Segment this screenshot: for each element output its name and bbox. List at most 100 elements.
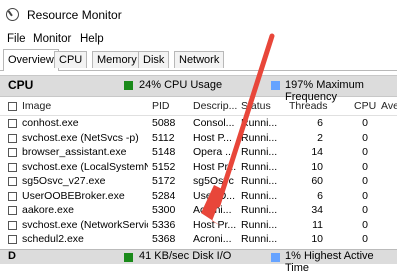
- column-average-cpu[interactable]: Ave: [381, 100, 397, 112]
- menu-monitor[interactable]: Monitor: [33, 33, 71, 45]
- disk-section-header[interactable]: D 41 KB/sec Disk I/O 1% Highest Active T…: [0, 249, 397, 274]
- cell-cpu: 0: [362, 131, 368, 144]
- table-row[interactable]: schedul2.exe 5368 Acroni... Runni... 10 0: [0, 232, 397, 246]
- cell-description: Acroni...: [193, 204, 232, 216]
- cell-image: svchost.exe (LocalSystemNet...: [22, 160, 148, 173]
- cell-description: Host P...: [193, 131, 232, 144]
- disk-active-text: 1% Highest Active Time: [285, 250, 374, 274]
- table-row[interactable]: conhost.exe 5088 Consol... Runni... 6 0: [0, 116, 397, 130]
- cell-description: User O...: [193, 189, 236, 202]
- menu-bar: File Monitor Help: [0, 30, 397, 48]
- column-image[interactable]: Image: [22, 100, 51, 112]
- cell-threads: 11: [312, 218, 323, 231]
- table-row[interactable]: svchost.exe (NetworkService... 5336 Host P…: [0, 218, 397, 232]
- cell-pid: 5336: [152, 218, 176, 231]
- table-row[interactable]: svchost.exe (LocalSystemNet... 5152 Host P…: [0, 160, 397, 174]
- disk-io-swatch: [124, 253, 133, 262]
- cell-image: svchost.exe (NetSvcs -p): [22, 131, 139, 144]
- cell-cpu: 0: [362, 189, 368, 202]
- disk-io-text: 41 KB/sec Disk I/O: [139, 250, 232, 262]
- cell-status: Runni...: [241, 131, 278, 144]
- cell-status: Runni...: [241, 204, 278, 216]
- cell-image: sg5Osvc_v27.exe: [22, 175, 106, 187]
- row-checkbox[interactable]: [8, 133, 17, 143]
- table-row[interactable]: svchost.exe (NetSvcs -p) 5112 Host P... Run…: [0, 131, 397, 145]
- cell-cpu: 0: [362, 233, 368, 245]
- window-title: Resource Monitor: [27, 8, 122, 22]
- tab-strip: Overview CPU Memory Disk Network: [0, 48, 397, 71]
- cell-status: Runni...: [241, 233, 278, 245]
- cell-description: sg5Osvc: [193, 175, 234, 187]
- cell-status: Runni...: [241, 218, 278, 231]
- cpu-usage-text: 24% CPU Usage: [139, 79, 223, 91]
- row-checkbox[interactable]: [8, 206, 17, 215]
- row-checkbox[interactable]: [8, 148, 17, 157]
- cell-cpu: 0: [362, 146, 368, 158]
- row-checkbox[interactable]: [8, 119, 17, 128]
- column-threads[interactable]: Threads: [289, 100, 328, 112]
- column-cpu[interactable]: CPU: [354, 100, 376, 112]
- cell-threads: 6: [317, 117, 323, 129]
- tab-memory[interactable]: Memory: [92, 51, 142, 68]
- table-row[interactable]: sfcdsrv.exe5388Acroni...Runni...80: [0, 247, 397, 248]
- cell-description: Host Pr...: [193, 218, 237, 231]
- tab-cpu[interactable]: CPU: [54, 51, 88, 68]
- tab-network[interactable]: Network: [174, 51, 225, 68]
- disk-active-swatch: [271, 253, 280, 262]
- cell-cpu: 0: [362, 218, 368, 231]
- cell-status: Runni...: [241, 146, 278, 158]
- table-row[interactable]: UserOOBEBroker.exe 5284 User O... Runni... 6…: [0, 189, 397, 203]
- cell-image: conhost.exe: [22, 117, 79, 129]
- cell-description: Acroni...: [193, 233, 232, 245]
- table-header: Image PID Descrip... Status Threads CPU …: [0, 97, 397, 116]
- table-row[interactable]: sg5Osvc_v27.exe 5172 sg5Osvc Runni... 60 0: [0, 174, 397, 188]
- cpu-section-title: CPU: [8, 78, 34, 92]
- row-checkbox[interactable]: [8, 220, 17, 230]
- cell-cpu: 0: [362, 175, 368, 187]
- cell-pid: 5148: [152, 146, 176, 158]
- cell-status: Runni...: [241, 117, 278, 129]
- cell-cpu: 0: [362, 204, 368, 216]
- cell-status: Runni...: [241, 160, 278, 173]
- cell-threads: 2: [317, 131, 323, 144]
- cell-pid: 5112: [152, 131, 175, 144]
- table-row[interactable]: aakore.exe 5300 Acroni... Runni... 34 0: [0, 203, 397, 217]
- cell-threads: 10: [311, 160, 323, 173]
- cell-description: Opera ...: [193, 146, 234, 158]
- disk-section-title: D: [8, 250, 16, 262]
- cpu-section-header[interactable]: CPU 24% CPU Usage 197% Maximum Frequency: [0, 75, 397, 103]
- cell-pid: 5284: [152, 189, 176, 202]
- cell-image: aakore.exe: [22, 204, 74, 216]
- cell-threads: 14: [311, 146, 323, 158]
- cell-status: Runni...: [241, 189, 278, 202]
- cell-description: Host Pr...: [193, 160, 237, 173]
- cell-image: schedul2.exe: [22, 233, 84, 245]
- tab-overview[interactable]: Overview: [3, 49, 59, 71]
- menu-file[interactable]: File: [7, 33, 26, 45]
- row-checkbox[interactable]: [8, 177, 17, 186]
- menu-help[interactable]: Help: [80, 33, 104, 45]
- title-bar: Resource Monitor: [0, 0, 397, 30]
- cell-pid: 5088: [152, 117, 176, 129]
- cell-threads: 34: [311, 204, 323, 216]
- column-description[interactable]: Descrip...: [193, 100, 237, 112]
- cell-threads: 10: [311, 233, 323, 245]
- row-checkbox[interactable]: [8, 235, 17, 244]
- tab-disk[interactable]: Disk: [138, 51, 170, 68]
- table-row[interactable]: browser_assistant.exe 5148 Opera ... Runni.…: [0, 145, 397, 159]
- cell-pid: 5172: [152, 175, 176, 187]
- column-pid[interactable]: PID: [152, 100, 170, 112]
- cell-pid: 5368: [152, 233, 176, 245]
- cell-description: Consol...: [193, 117, 235, 129]
- cell-image: svchost.exe (NetworkService...: [22, 218, 148, 231]
- resource-monitor-icon: [6, 8, 19, 21]
- select-all-checkbox[interactable]: [8, 102, 17, 111]
- cell-image: browser_assistant.exe: [22, 146, 127, 158]
- column-status[interactable]: Status: [241, 100, 271, 112]
- process-table: Image PID Descrip... Status Threads CPU …: [0, 97, 397, 247]
- cell-cpu: 0: [362, 160, 368, 173]
- cpu-usage-swatch: [124, 81, 133, 90]
- cell-threads: 60: [311, 175, 323, 187]
- row-checkbox[interactable]: [8, 162, 17, 172]
- row-checkbox[interactable]: [8, 191, 17, 201]
